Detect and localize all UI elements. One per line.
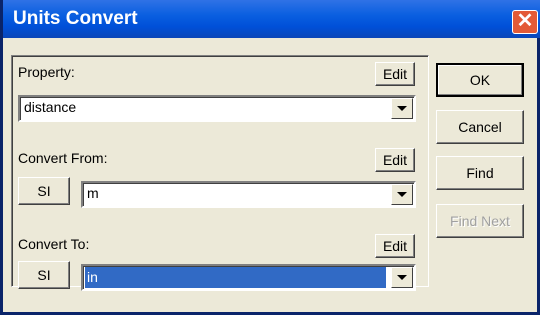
convert-to-si-button[interactable]: SI — [18, 261, 70, 289]
window-title: Units Convert — [13, 8, 138, 29]
property-dropdown-arrow[interactable] — [391, 98, 413, 119]
cancel-button[interactable]: Cancel — [436, 110, 524, 144]
convert-from-value: m — [87, 185, 99, 201]
find-next-button[interactable]: Find Next — [436, 204, 524, 238]
units-convert-window: Units Convert ✕ Property: Edit distance … — [0, 0, 540, 315]
property-value: distance — [24, 99, 77, 115]
chevron-down-icon — [397, 275, 407, 280]
chevron-down-icon — [397, 106, 407, 111]
property-dropdown[interactable]: distance — [18, 95, 416, 122]
convert-from-dropdown[interactable]: m — [81, 181, 416, 208]
convert-to-value: in — [85, 267, 386, 288]
title-bar[interactable]: Units Convert ✕ — [3, 0, 540, 38]
ok-button[interactable]: OK — [436, 63, 524, 97]
convert-from-label: Convert From: — [18, 150, 108, 166]
convert-to-edit-button[interactable]: Edit — [375, 234, 415, 258]
convert-to-dropdown[interactable]: in — [81, 264, 416, 291]
property-edit-button[interactable]: Edit — [375, 62, 415, 86]
close-button[interactable]: ✕ — [512, 10, 538, 34]
convert-from-edit-button[interactable]: Edit — [375, 148, 415, 172]
convert-to-dropdown-arrow[interactable] — [391, 267, 413, 288]
convert-from-si-button[interactable]: SI — [18, 177, 70, 205]
chevron-down-icon — [397, 192, 407, 197]
convert-from-dropdown-arrow[interactable] — [391, 184, 413, 205]
find-button[interactable]: Find — [436, 156, 524, 190]
convert-to-label: Convert To: — [18, 236, 90, 252]
close-icon: ✕ — [516, 10, 534, 32]
conversion-panel — [11, 55, 429, 287]
property-label: Property: — [18, 64, 75, 80]
